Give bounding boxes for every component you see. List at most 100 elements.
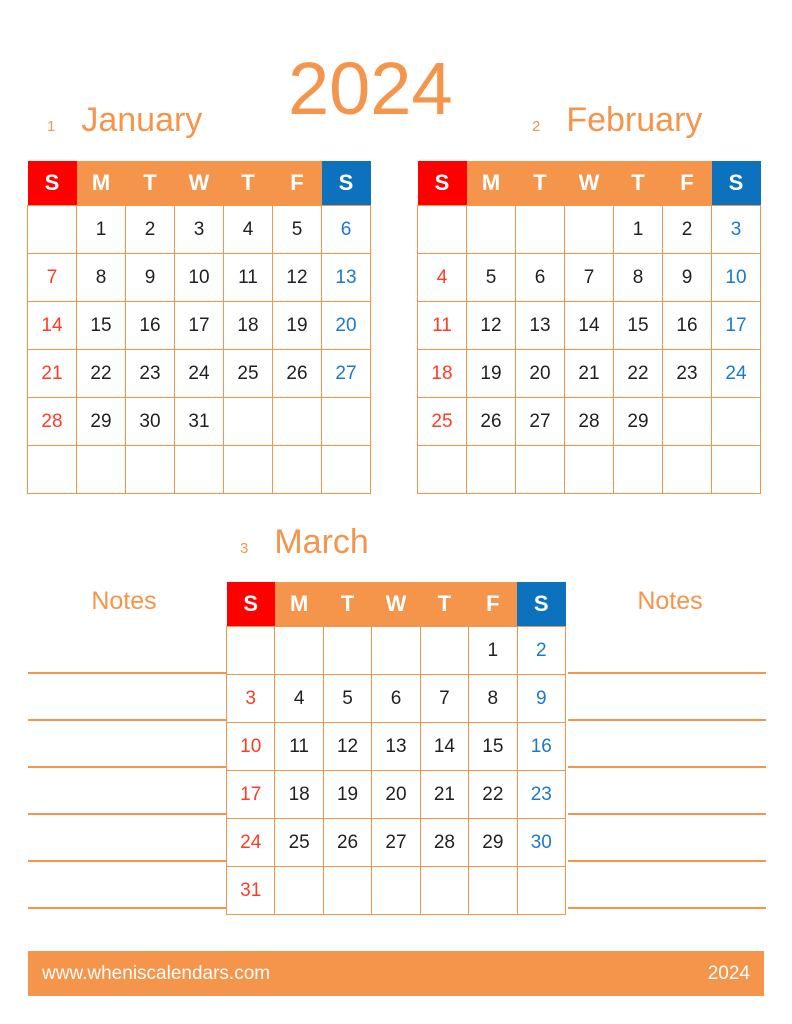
calendar-day-cell[interactable]: 7 (419, 674, 470, 723)
notes-lines-right[interactable] (568, 626, 772, 914)
calendar-day-cell[interactable]: 1 (76, 205, 126, 254)
calendar-day-cell[interactable]: 24 (225, 818, 276, 867)
calendar-day-cell[interactable]: 28 (419, 818, 470, 867)
calendar-day-cell[interactable]: 20 (321, 301, 371, 350)
calendar-day-cell[interactable]: 17 (711, 301, 761, 350)
calendar-day-cell[interactable]: 24 (174, 349, 224, 398)
calendar-day-cell[interactable]: 12 (466, 301, 516, 350)
calendar-day-cell[interactable]: 13 (515, 301, 565, 350)
notes-lines-left[interactable] (22, 626, 226, 914)
calendar-day-cell[interactable]: 7 (27, 253, 77, 302)
calendar-day-cell[interactable]: 21 (27, 349, 77, 398)
footer-website[interactable]: www.wheniscalendars.com (42, 964, 270, 983)
calendar-day-cell[interactable]: 16 (125, 301, 175, 350)
calendar-day-cell[interactable]: 20 (515, 349, 565, 398)
calendar-day-cell[interactable]: 14 (419, 722, 470, 771)
calendar-day-cell[interactable]: 6 (371, 674, 421, 723)
calendar-day-cell[interactable]: 15 (76, 301, 126, 350)
calendar-day-cell[interactable]: 10 (711, 253, 761, 302)
calendar-day-cell[interactable]: 28 (27, 397, 77, 446)
calendar-day-cell[interactable]: 9 (516, 674, 567, 723)
calendar-day-cell[interactable]: 26 (272, 349, 322, 398)
calendar-day-cell[interactable]: 9 (662, 253, 712, 302)
calendar-day-cell[interactable]: 6 (515, 253, 565, 302)
calendar-day-cell[interactable]: 12 (272, 253, 322, 302)
calendar-day-cell[interactable]: 18 (417, 349, 467, 398)
calendar-day-cell[interactable]: 11 (417, 301, 467, 350)
calendar-day-cell[interactable]: 13 (371, 722, 421, 771)
calendar-day-cell[interactable]: 20 (371, 770, 421, 819)
calendar-week-row: 21 22 23 24 25 26 27 (27, 349, 371, 398)
calendar-day-cell[interactable]: 3 (174, 205, 224, 254)
calendar-day-cell[interactable]: 31 (225, 866, 276, 915)
calendar-day-cell[interactable]: 27 (515, 397, 565, 446)
calendar-day-cell[interactable]: 18 (223, 301, 273, 350)
calendar-day-cell[interactable]: 10 (174, 253, 224, 302)
calendar-day-cell[interactable]: 18 (274, 770, 324, 819)
calendar-day-cell[interactable]: 8 (468, 674, 518, 723)
calendar-day-cell[interactable]: 11 (274, 722, 324, 771)
calendar-day-cell[interactable]: 21 (564, 349, 614, 398)
calendar-day-cell[interactable]: 16 (516, 722, 567, 771)
calendar-day-cell[interactable]: 19 (272, 301, 322, 350)
calendar-day-cell[interactable]: 5 (272, 205, 322, 254)
calendar-day-cell[interactable]: 30 (125, 397, 175, 446)
calendar-day-cell[interactable]: 6 (321, 205, 371, 254)
calendar-day-cell[interactable]: 17 (174, 301, 224, 350)
calendar-day-cell[interactable]: 22 (76, 349, 126, 398)
calendar-week-row: 18 19 20 21 22 23 24 (417, 349, 761, 398)
calendar-day-cell[interactable]: 22 (468, 770, 518, 819)
calendar-day-cell[interactable]: 24 (711, 349, 761, 398)
calendar-day-cell[interactable]: 27 (371, 818, 421, 867)
calendar-day-cell[interactable]: 22 (613, 349, 663, 398)
calendar-day-cell[interactable]: 14 (27, 301, 77, 350)
calendar-day-cell[interactable]: 25 (274, 818, 324, 867)
calendar-day-cell[interactable]: 31 (174, 397, 224, 446)
calendar-day-cell[interactable]: 2 (516, 626, 567, 675)
calendar-day-cell[interactable]: 23 (662, 349, 712, 398)
calendar-day-cell[interactable]: 16 (662, 301, 712, 350)
calendar-day-cell[interactable]: 4 (274, 674, 324, 723)
calendar-day-cell[interactable]: 12 (322, 722, 373, 771)
calendar-day-cell[interactable]: 2 (662, 205, 712, 254)
calendar-day-cell[interactable]: 4 (417, 253, 467, 302)
calendar-grid-january: S M T W T F S 1 2 3 4 5 6 7 8 9 10 11 12 13 14 15 16 17 18 19 20 21… (27, 161, 371, 494)
calendar-day-cell[interactable]: 27 (321, 349, 371, 398)
calendar-day-cell[interactable]: 3 (711, 205, 761, 254)
calendar-cell-empty (468, 866, 518, 915)
calendar-day-cell[interactable]: 26 (466, 397, 516, 446)
calendar-day-cell[interactable]: 5 (322, 674, 373, 723)
calendar-day-cell[interactable]: 4 (223, 205, 273, 254)
calendar-day-cell[interactable]: 29 (76, 397, 126, 446)
calendar-day-cell[interactable]: 23 (516, 770, 567, 819)
calendar-day-cell[interactable]: 26 (322, 818, 373, 867)
calendar-day-cell[interactable]: 25 (417, 397, 467, 446)
calendar-day-cell[interactable]: 8 (613, 253, 663, 302)
calendar-day-cell[interactable]: 25 (223, 349, 273, 398)
notes-rule-line (28, 907, 226, 909)
calendar-day-cell[interactable]: 15 (468, 722, 518, 771)
calendar-day-cell[interactable]: 15 (613, 301, 663, 350)
calendar-day-cell[interactable]: 3 (225, 674, 276, 723)
calendar-day-cell[interactable]: 8 (76, 253, 126, 302)
calendar-day-cell[interactable]: 11 (223, 253, 273, 302)
calendar-day-cell[interactable]: 9 (125, 253, 175, 302)
calendar-day-cell[interactable]: 7 (564, 253, 614, 302)
calendar-day-cell[interactable]: 23 (125, 349, 175, 398)
calendar-day-cell[interactable]: 10 (225, 722, 276, 771)
calendar-day-cell[interactable]: 30 (516, 818, 567, 867)
calendar-day-cell[interactable]: 28 (564, 397, 614, 446)
calendar-day-cell[interactable]: 1 (613, 205, 663, 254)
calendar-day-cell[interactable]: 14 (564, 301, 614, 350)
calendar-day-cell[interactable]: 13 (321, 253, 371, 302)
calendar-day-cell[interactable]: 5 (466, 253, 516, 302)
footer-year: 2024 (707, 963, 750, 984)
calendar-day-cell[interactable]: 2 (125, 205, 175, 254)
calendar-day-cell[interactable]: 19 (466, 349, 516, 398)
calendar-day-cell[interactable]: 29 (468, 818, 518, 867)
calendar-day-cell[interactable]: 29 (613, 397, 663, 446)
calendar-day-cell[interactable]: 1 (468, 626, 518, 675)
calendar-day-cell[interactable]: 21 (419, 770, 470, 819)
calendar-day-cell[interactable]: 19 (322, 770, 373, 819)
calendar-day-cell[interactable]: 17 (225, 770, 276, 819)
